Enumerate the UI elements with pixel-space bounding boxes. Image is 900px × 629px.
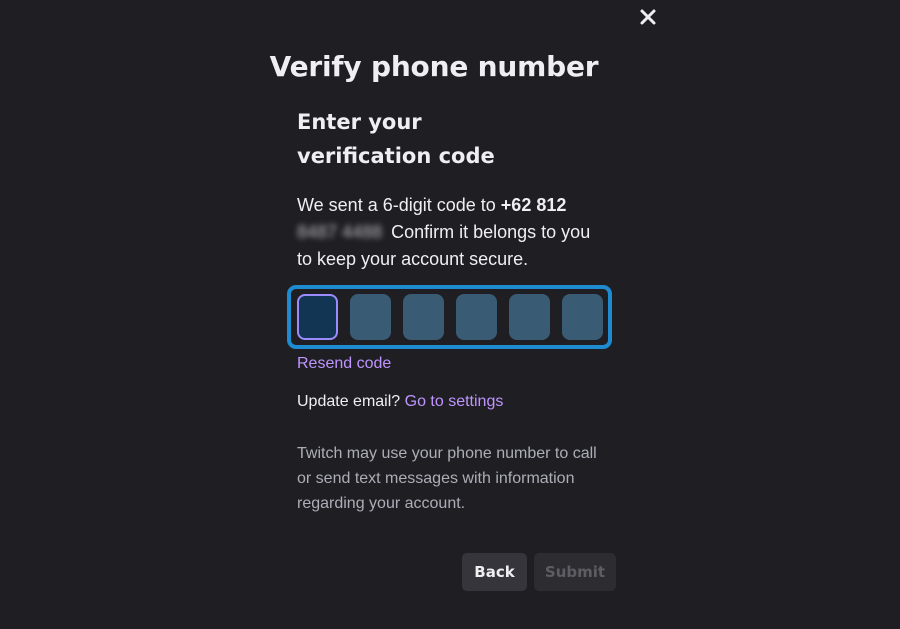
back-button[interactable]: Back <box>462 553 527 591</box>
verification-code-group <box>287 285 612 349</box>
section-heading: Enter your verification code <box>297 110 495 168</box>
resend-code-link[interactable]: Resend code <box>297 355 391 373</box>
code-digit-3[interactable] <box>403 294 444 340</box>
close-icon <box>640 9 656 25</box>
update-email-label: Update email? <box>297 393 401 410</box>
go-to-settings-link[interactable]: Go to settings <box>405 393 504 410</box>
dialog-content: Enter your verification code We sent a 6… <box>297 105 617 273</box>
dialog-title: Verify phone number <box>269 50 599 83</box>
description-prefix: We sent a 6-digit code to <box>297 195 501 215</box>
update-email-row: Update email? Go to settings <box>297 393 503 411</box>
code-digit-5[interactable] <box>509 294 550 340</box>
code-digit-1[interactable] <box>297 294 338 340</box>
phone-obscured: 8487 4488 <box>297 222 383 242</box>
close-button[interactable] <box>636 5 660 29</box>
code-digit-4[interactable] <box>456 294 497 340</box>
phone-visible: +62 812 <box>500 195 567 215</box>
code-digit-6[interactable] <box>562 294 603 340</box>
description: We sent a 6-digit code to +62 812 8487 4… <box>297 192 597 273</box>
submit-button[interactable]: Submit <box>534 553 616 591</box>
legal-notice: Twitch may use your phone number to call… <box>297 445 597 512</box>
code-digit-2[interactable] <box>350 294 391 340</box>
